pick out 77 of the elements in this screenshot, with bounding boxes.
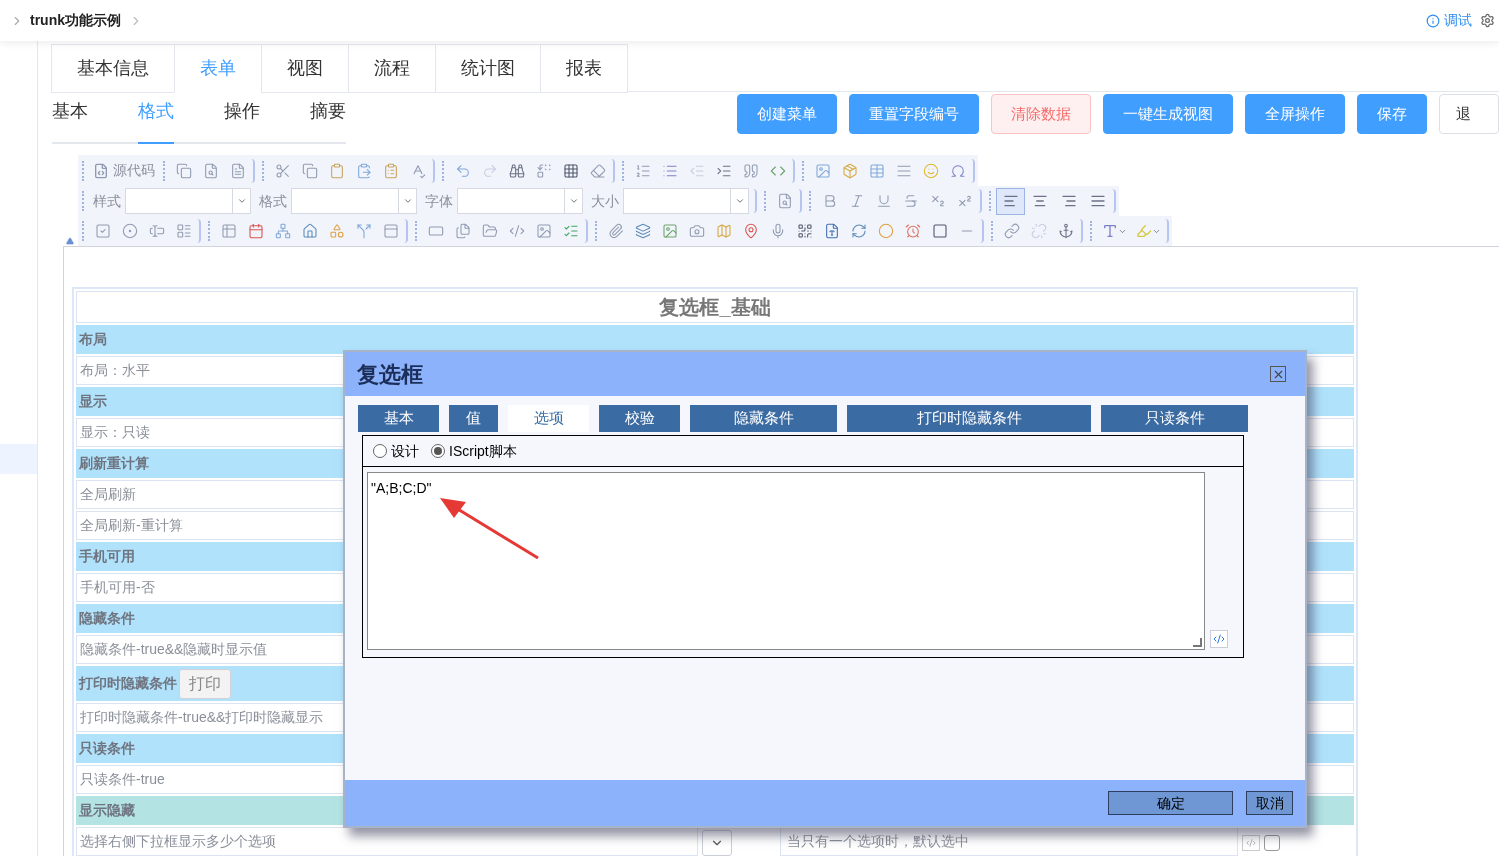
- info-icon: [1426, 13, 1440, 28]
- field-value: 手机可用-否: [80, 578, 155, 597]
- code-icon[interactable]: [1242, 835, 1260, 851]
- dialog-button[interactable]: 确定: [1108, 791, 1233, 815]
- dropdown-label: 样式: [92, 191, 122, 211]
- field-value: 全局刷新-重计算: [80, 516, 183, 535]
- sub-tab[interactable]: 基本: [52, 92, 88, 144]
- dropdown-label: 大小: [590, 191, 620, 211]
- field-note: 当只有一个选项时，默认选中: [787, 832, 969, 851]
- resize-handle-icon: [1193, 638, 1202, 647]
- source-code-button[interactable]: 源代码: [89, 157, 159, 184]
- main-tab[interactable]: 视图: [261, 44, 349, 93]
- caret-icon: [734, 196, 745, 206]
- style-dropdown[interactable]: [125, 188, 251, 214]
- main-tab[interactable]: 统计图: [435, 44, 541, 93]
- field-value: 全局刷新: [80, 485, 136, 504]
- caret-icon: [568, 196, 579, 206]
- action-button[interactable]: 全屏操作: [1245, 94, 1345, 134]
- align-left-icon[interactable]: [996, 187, 1025, 215]
- count-dropdown[interactable]: [702, 830, 732, 856]
- collapse-icon[interactable]: [66, 237, 74, 245]
- sub-tab[interactable]: 摘要: [310, 92, 346, 144]
- dialog-tab[interactable]: 隐藏条件: [690, 405, 837, 432]
- section-title: 打印时隐藏条件: [79, 674, 177, 693]
- dialog-title: 复选框: [357, 360, 423, 389]
- action-button[interactable]: 退: [1439, 94, 1499, 134]
- dialog-tab[interactable]: 值: [449, 405, 498, 432]
- breadcrumb-title: trunk功能示例: [30, 11, 121, 30]
- section-title: 隐藏条件: [79, 609, 135, 628]
- caret-icon: [402, 196, 413, 206]
- action-button[interactable]: 一键生成视图: [1103, 94, 1233, 134]
- main-tab[interactable]: 基本信息: [51, 44, 175, 93]
- section-title: 显示隐藏: [79, 801, 135, 820]
- dialog-tab[interactable]: 基本: [358, 405, 439, 432]
- action-button[interactable]: 保存: [1357, 94, 1427, 134]
- dropdown-label: 格式: [258, 191, 288, 211]
- dialog-tab[interactable]: 只读条件: [1101, 405, 1248, 432]
- dialog-button[interactable]: 取消: [1246, 791, 1293, 815]
- field-value: 选择右侧下拉框显示多少个选项: [80, 832, 276, 851]
- checkbox[interactable]: [1264, 835, 1280, 851]
- sub-tab[interactable]: 操作: [224, 92, 260, 144]
- script-text: "A;B;C;D": [371, 480, 432, 496]
- section-title: 布局: [79, 330, 107, 349]
- print-button[interactable]: 打印: [179, 668, 231, 699]
- field-value: 显示：只读: [80, 423, 150, 442]
- action-button[interactable]: 创建菜单: [737, 94, 837, 134]
- caret-icon: [236, 196, 247, 206]
- dialog-tab[interactable]: 校验: [599, 405, 680, 432]
- close-button[interactable]: [1270, 366, 1286, 382]
- radio-label: IScript脚本: [449, 441, 517, 461]
- script-editor[interactable]: "A;B;C;D": [367, 472, 1205, 650]
- field-value: 只读条件-true: [80, 770, 165, 789]
- section-title: 刷新重计算: [79, 454, 149, 473]
- style-dropdown[interactable]: [623, 188, 749, 214]
- main-tab[interactable]: 表单: [174, 44, 262, 93]
- code-icon[interactable]: [1210, 630, 1228, 648]
- dropdown-label: 字体: [424, 191, 454, 211]
- field-value: 隐藏条件-true&&隐藏时显示值: [80, 640, 268, 659]
- radio-button[interactable]: [431, 444, 445, 458]
- section-title: 显示: [79, 392, 107, 411]
- form-title: 复选框_基础: [659, 295, 771, 320]
- main-tab[interactable]: 报表: [540, 44, 628, 93]
- section-title: 只读条件: [79, 739, 135, 758]
- dialog-tab[interactable]: 选项: [508, 405, 589, 432]
- field-value: 打印时隐藏条件-true&&打印时隐藏显示: [80, 708, 324, 727]
- style-dropdown[interactable]: [291, 188, 417, 214]
- source-code-icon: [93, 162, 109, 179]
- section-title: 手机可用: [79, 547, 135, 566]
- dialog-tab[interactable]: 打印时隐藏条件: [847, 405, 1091, 432]
- settings-icon[interactable]: [1480, 13, 1495, 28]
- radio-label: 设计: [391, 441, 419, 461]
- main-tab[interactable]: 流程: [348, 44, 436, 93]
- field-value: 布局：水平: [80, 361, 150, 380]
- debug-link[interactable]: 调试: [1426, 10, 1472, 31]
- action-button[interactable]: 重置字段编号: [849, 94, 979, 134]
- sub-tab[interactable]: 格式: [138, 92, 174, 144]
- radio-button[interactable]: [373, 444, 387, 458]
